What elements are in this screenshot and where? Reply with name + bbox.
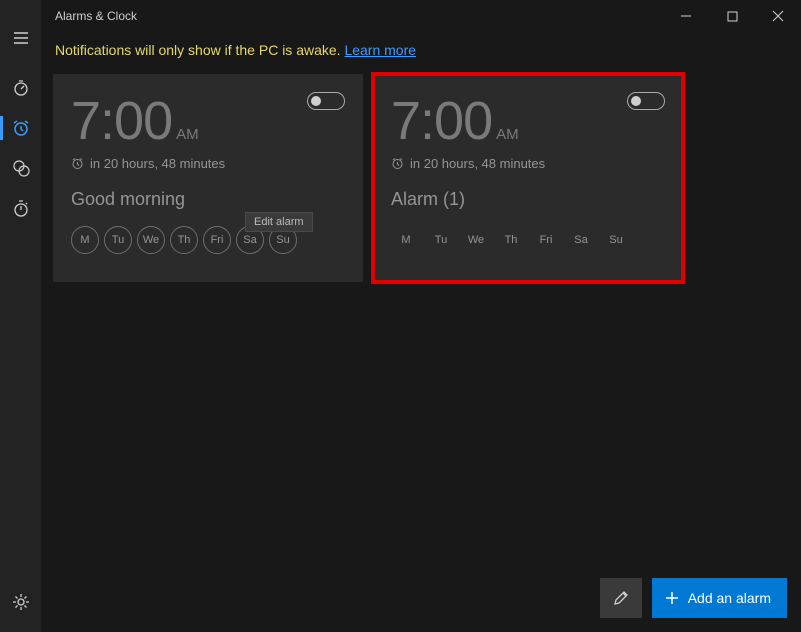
day-tu: Tu [426,226,456,254]
day-th[interactable]: Th [170,226,198,254]
alarm-time: 7:00 [391,90,492,152]
day-th: Th [496,226,526,254]
day-fri[interactable]: Fri [203,226,231,254]
notification-text: Notifications will only show if the PC i… [55,42,344,58]
minimize-button[interactable] [663,0,709,32]
timer-icon [12,79,30,97]
next-occurrence: in 20 hours, 48 minutes [90,156,225,171]
day-su: Su [601,226,631,254]
next-occurrence: in 20 hours, 48 minutes [410,156,545,171]
pencil-icon [612,589,630,607]
alarm-icon [12,119,30,137]
day-we[interactable]: We [137,226,165,254]
edit-alarms-button[interactable] [600,578,642,618]
hamburger-icon [13,30,29,46]
nav-settings[interactable] [0,582,41,622]
alarm-name: Good morning [71,189,345,210]
day-m: M [391,226,421,254]
window-title: Alarms & Clock [55,9,137,23]
hamburger-menu[interactable] [0,18,41,58]
close-button[interactable] [755,0,801,32]
nav-timer[interactable] [0,68,41,108]
titlebar: Alarms & Clock [41,0,801,32]
alarm-card-selected[interactable]: 7:00 AM in 20 hours, 48 minutes Alarm (1… [373,74,683,282]
clock-icon [71,157,84,170]
sidebar [0,0,41,632]
add-alarm-button[interactable]: Add an alarm [652,578,787,618]
plus-icon [664,590,680,606]
alarm-name: Alarm (1) [391,189,665,210]
alarm-list: 7:00 AM in 20 hours, 48 minutes Good mor… [41,66,801,290]
day-fri: Fri [531,226,561,254]
alarm-toggle[interactable] [627,92,665,110]
alarm-ampm: AM [496,126,519,143]
days-row: M Tu We Th Fri Sa Su [391,226,665,254]
nav-stopwatch[interactable] [0,188,41,228]
gear-icon [12,593,30,611]
alarm-time: 7:00 [71,90,172,152]
alarm-card[interactable]: 7:00 AM in 20 hours, 48 minutes Good mor… [53,74,363,282]
day-sa: Sa [566,226,596,254]
nav-alarm[interactable] [0,108,41,148]
day-tu[interactable]: Tu [104,226,132,254]
clock-icon [391,157,404,170]
alarm-ampm: AM [176,126,199,143]
alarm-toggle[interactable] [307,92,345,110]
bottom-actions: Add an alarm [600,578,787,618]
notification-banner: Notifications will only show if the PC i… [41,32,801,66]
minimize-icon [680,10,692,22]
learn-more-link[interactable]: Learn more [344,42,416,58]
close-icon [772,10,784,22]
toggle-knob [311,96,321,106]
main-content: Alarms & Clock Notifications will only s… [41,0,801,632]
stopwatch-icon [12,199,30,217]
edit-tooltip: Edit alarm [245,212,313,232]
maximize-icon [727,11,738,22]
day-m[interactable]: M [71,226,99,254]
nav-world-clock[interactable] [0,148,41,188]
maximize-button[interactable] [709,0,755,32]
add-alarm-label: Add an alarm [688,590,771,606]
day-we: We [461,226,491,254]
toggle-knob [631,96,641,106]
world-clock-icon [12,159,30,177]
